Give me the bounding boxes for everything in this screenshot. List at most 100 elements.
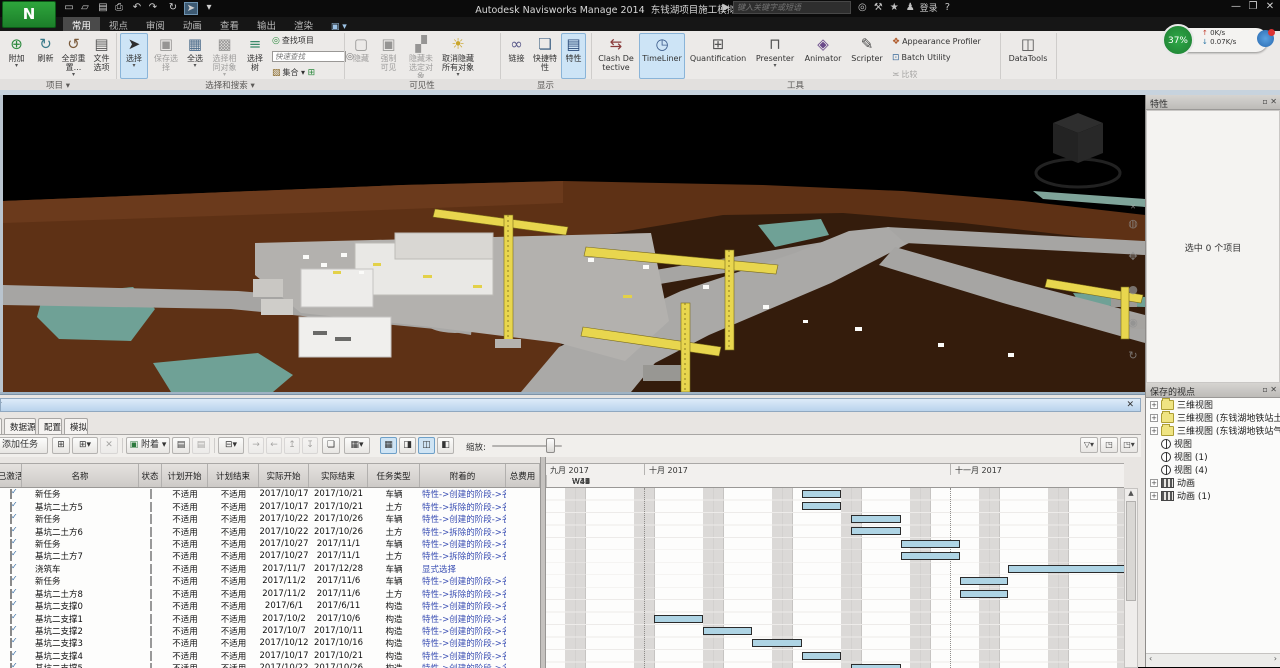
gantt-bar[interactable] bbox=[1008, 565, 1124, 573]
task-row[interactable]: 基坑二支撑3 不适用 不适用 2017/10/12 2017/10/16 构造 … bbox=[0, 637, 540, 649]
view-planned-toggle-icon[interactable]: ◧ bbox=[437, 437, 454, 454]
attached-link[interactable]: 特性->拆除的阶段->名... bbox=[420, 550, 506, 562]
task-row[interactable]: 新任务 不适用 不适用 2017/10/17 2017/10/21 车辆 特性-… bbox=[0, 488, 540, 500]
quick-find-input[interactable] bbox=[272, 51, 346, 62]
gantt-vertical-scrollbar[interactable]: ▲ bbox=[1124, 488, 1138, 668]
gantt-bar[interactable] bbox=[851, 527, 901, 535]
attached-link[interactable]: 特性->创建的阶段->名... bbox=[420, 625, 506, 637]
animator-button[interactable]: ◈Animator bbox=[801, 33, 845, 79]
outdent-icon[interactable]: ← bbox=[266, 437, 282, 454]
save-set-icon[interactable]: ⊞ bbox=[308, 68, 316, 78]
col-total-cost[interactable]: 总费用 bbox=[506, 464, 540, 487]
auto-attach-icon[interactable]: ⊟▾ bbox=[218, 437, 244, 454]
viewpoint-tree-item[interactable]: + 三维视图 (东钱湖地铁站土... bbox=[1146, 411, 1280, 424]
file-options-button[interactable]: ▤文件选项 bbox=[89, 33, 114, 79]
active-checkbox[interactable] bbox=[10, 502, 12, 512]
col-name[interactable]: 名称 bbox=[22, 464, 139, 487]
col-active[interactable]: 已激活 bbox=[0, 464, 22, 487]
attached-link[interactable]: 特性->创建的阶段->名... bbox=[420, 600, 506, 612]
active-checkbox[interactable] bbox=[10, 663, 12, 668]
viewpoint-tree-item[interactable]: + 视图 (1) bbox=[1146, 450, 1280, 463]
col-status[interactable]: 状态 bbox=[139, 464, 162, 487]
gantt-bar[interactable] bbox=[851, 664, 901, 668]
presenter-button[interactable]: ⊓Presenter▾ bbox=[751, 33, 799, 79]
ribbon-display-toggle-icon[interactable]: ▣ ▾ bbox=[325, 21, 353, 33]
task-row[interactable]: 基坑二支撑5 不适用 不适用 2017/10/22 2017/10/26 构造 … bbox=[0, 662, 540, 668]
redo-icon[interactable]: ↷ bbox=[146, 2, 160, 13]
expand-icon[interactable]: + bbox=[1150, 492, 1158, 500]
viewpoint-tree-item[interactable]: + 三维视图 bbox=[1146, 398, 1280, 411]
delete-task-icon[interactable]: ✕ bbox=[100, 437, 118, 454]
active-checkbox[interactable] bbox=[10, 614, 12, 624]
expand-icon[interactable]: + bbox=[1150, 401, 1158, 409]
col-actual-start[interactable]: 实际开始 bbox=[259, 464, 309, 487]
gantt-bar[interactable] bbox=[654, 615, 703, 623]
attached-link[interactable]: 特性->创建的阶段->名... bbox=[420, 650, 506, 662]
task-row[interactable]: 新任务 不适用 不适用 2017/11/2 2017/11/6 车辆 特性->创… bbox=[0, 575, 540, 587]
zoom-slider-handle[interactable] bbox=[546, 438, 555, 453]
pin-icon[interactable]: ▫ bbox=[1262, 97, 1267, 106]
col-actual-end[interactable]: 实际结束 bbox=[309, 464, 368, 487]
require-button[interactable]: ▣强制可见 bbox=[375, 33, 402, 79]
task-row[interactable]: 浇筑车 不适用 不适用 2017/11/7 2017/12/28 车辆 显式选择 bbox=[0, 563, 540, 575]
hide-button[interactable]: ▢隐藏 bbox=[349, 33, 373, 79]
unhide-all-button[interactable]: ☀取消隐藏所有对象▾ bbox=[440, 33, 476, 79]
gantt-bar[interactable] bbox=[802, 502, 841, 510]
select-same-button[interactable]: ▩选择相同对象▾ bbox=[209, 33, 240, 79]
task-row[interactable]: 基坑二土方6 不适用 不适用 2017/10/22 2017/10/26 土方 … bbox=[0, 525, 540, 537]
export-dropdown-icon[interactable]: ◳▾ bbox=[1120, 437, 1138, 453]
insert-task-icon[interactable]: ⊞ bbox=[52, 437, 70, 454]
binoculars-icon[interactable]: ◎ bbox=[858, 2, 867, 13]
comment-icon[interactable]: ❏ bbox=[322, 437, 340, 454]
active-checkbox[interactable] bbox=[10, 589, 12, 599]
viewpoint-tree-item[interactable]: + 视图 bbox=[1146, 437, 1280, 450]
expand-icon[interactable]: + bbox=[1150, 479, 1158, 487]
tab-datasources[interactable]: 数据源 bbox=[4, 418, 36, 434]
links-button[interactable]: ∞链接 bbox=[504, 33, 529, 79]
col-planned-end[interactable]: 计划结束 bbox=[208, 464, 259, 487]
active-checkbox[interactable] bbox=[10, 514, 12, 524]
task-row[interactable]: 基坑二支撑2 不适用 不适用 2017/10/7 2017/10/11 构造 特… bbox=[0, 625, 540, 637]
task-row[interactable]: 新任务 不适用 不适用 2017/10/22 2017/10/26 车辆 特性-… bbox=[0, 513, 540, 525]
group-label-select-search[interactable]: 选择和搜索 ▾ bbox=[116, 79, 344, 91]
col-attached[interactable]: 附着的 bbox=[420, 464, 506, 487]
columns-dropdown-icon[interactable]: ▦▾ bbox=[344, 437, 370, 454]
timeliner-title-bar[interactable]: TimeLiner ✕ bbox=[0, 398, 1141, 412]
tab-tasks[interactable]: 任务 bbox=[0, 418, 2, 434]
find-items-button[interactable]: ◎查找项目 bbox=[272, 35, 314, 49]
pin-icon[interactable]: ▫ bbox=[1262, 385, 1267, 394]
search-prev-icon[interactable]: ▶ bbox=[722, 2, 730, 13]
scroll-right-icon[interactable]: › bbox=[1274, 654, 1277, 663]
steering-wheel-icon[interactable]: ◍ bbox=[1124, 217, 1142, 230]
attached-link[interactable]: 特性->创建的阶段->名... bbox=[420, 513, 506, 525]
batch-utility-button[interactable]: ⊡Batch Utility bbox=[892, 53, 951, 67]
active-checkbox[interactable] bbox=[10, 626, 12, 636]
gantt-bar[interactable] bbox=[802, 652, 841, 660]
open-icon[interactable]: ▱ bbox=[78, 2, 92, 13]
close-icon[interactable]: ✕ bbox=[1126, 400, 1134, 410]
select-tool-icon[interactable]: ➤ bbox=[184, 2, 198, 15]
attach-dropdown[interactable]: ▣ 附着 ▾ bbox=[126, 437, 170, 454]
attached-link[interactable]: 特性->创建的阶段->名... bbox=[420, 637, 506, 649]
view-gantt-toggle-icon[interactable]: ◨ bbox=[399, 437, 416, 454]
close-icon[interactable]: ✕ bbox=[1124, 203, 1142, 211]
viewpoint-tree-item[interactable]: + 三维视图 (东钱湖地铁站气... bbox=[1146, 424, 1280, 437]
attached-link[interactable]: 特性->拆除的阶段->名... bbox=[420, 588, 506, 600]
wrench-icon[interactable]: ⚒ bbox=[874, 2, 883, 13]
attached-link[interactable]: 特性->创建的阶段->名... bbox=[420, 575, 506, 587]
appearance-profiler-button[interactable]: ❖Appearance Profiler bbox=[892, 37, 981, 51]
horizontal-scrollbar[interactable]: ‹ › bbox=[1146, 653, 1280, 667]
expand-icon[interactable]: + bbox=[1150, 414, 1158, 422]
ribbon-tab[interactable]: 审阅 bbox=[137, 17, 174, 31]
attached-link[interactable]: 特性->创建的阶段->名... bbox=[420, 488, 506, 500]
gantt-bar[interactable] bbox=[901, 540, 960, 548]
properties-button[interactable]: ▤特性 bbox=[561, 33, 586, 79]
help-icon[interactable]: ? bbox=[945, 2, 950, 13]
viewport-3d[interactable]: ✕ ◍ ✥ ● ◉ ↻ bbox=[3, 95, 1145, 392]
indent-icon[interactable]: → bbox=[248, 437, 264, 454]
append-button[interactable]: ⊕附加▾ bbox=[2, 33, 31, 79]
assistant-dot-icon[interactable] bbox=[1257, 30, 1274, 47]
select-button[interactable]: ➤选择▾ bbox=[120, 33, 148, 79]
move-up-icon[interactable]: ↥ bbox=[284, 437, 300, 454]
gantt-bar[interactable] bbox=[960, 590, 1008, 598]
